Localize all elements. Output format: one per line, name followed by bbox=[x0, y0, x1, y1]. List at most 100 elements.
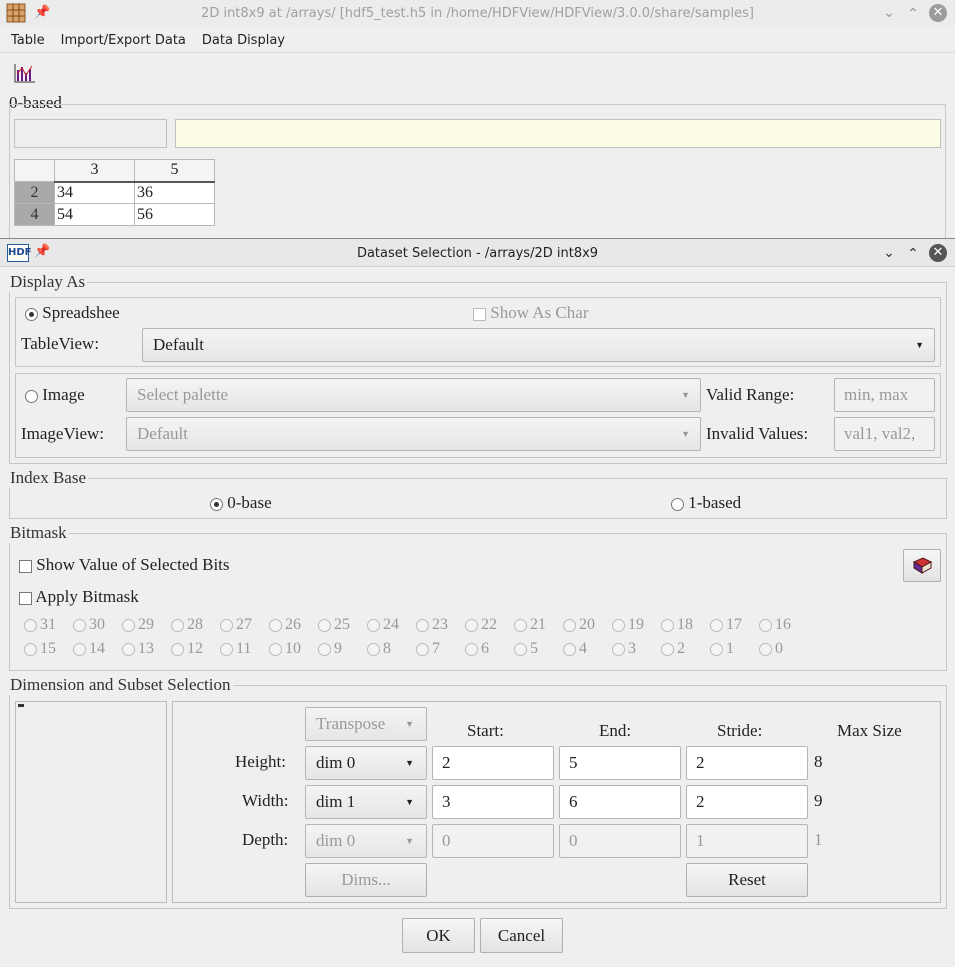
invalid-values-field: val1, val2, bbox=[834, 417, 935, 451]
height-end-field[interactable]: 5 bbox=[559, 746, 681, 780]
index-base-1-label: 1-based bbox=[688, 493, 742, 512]
show-value-bits-option[interactable]: Show Value of Selected Bits bbox=[19, 555, 230, 575]
data-table: 3 5 2 34 36 4 54 56 bbox=[14, 159, 215, 226]
bit-option: 8 bbox=[367, 640, 391, 658]
table-cell[interactable]: 56 bbox=[134, 203, 215, 226]
reset-button[interactable]: Reset bbox=[686, 863, 808, 897]
chevron-down-icon: ▼ bbox=[915, 340, 924, 350]
image-radio[interactable] bbox=[25, 389, 38, 403]
image-label: Image bbox=[42, 385, 85, 404]
bit-option: 5 bbox=[514, 640, 538, 658]
bit-option: 14 bbox=[73, 640, 105, 658]
chevron-down-icon: ▼ bbox=[405, 758, 414, 768]
index-base-0-label: 0-base bbox=[227, 493, 272, 512]
palette-select: Select palette ▼ bbox=[126, 378, 701, 412]
height-max-size: 8 bbox=[814, 752, 823, 771]
stride-header: Stride: bbox=[717, 721, 763, 740]
apply-bitmask-option[interactable]: Apply Bitmask bbox=[19, 587, 139, 607]
column-header[interactable]: 5 bbox=[134, 159, 215, 183]
bit-option: 4 bbox=[563, 640, 587, 658]
width-end-field[interactable]: 6 bbox=[559, 785, 681, 819]
row-header[interactable]: 4 bbox=[14, 203, 55, 226]
bit-option: 27 bbox=[220, 616, 252, 634]
close-icon[interactable]: ✕ bbox=[929, 4, 947, 22]
bit-option: 16 bbox=[759, 616, 791, 634]
bit-option: 10 bbox=[269, 640, 301, 658]
index-base-0-option[interactable]: 0-base bbox=[210, 493, 272, 513]
bit-option: 2 bbox=[661, 640, 685, 658]
chart-icon[interactable] bbox=[13, 62, 37, 84]
main-titlebar: 📌 2D int8x9 at /arrays/ [hdf5_test.h5 in… bbox=[0, 0, 955, 27]
bit-option: 13 bbox=[122, 640, 154, 658]
tableview-select[interactable]: Default ▼ bbox=[142, 328, 935, 362]
image-option[interactable]: Image bbox=[25, 385, 85, 405]
table-row: 2 34 36 bbox=[14, 181, 215, 204]
bits-row-high: 31 30 29 28 27 26 25 24 23 22 21 20 19 1… bbox=[24, 616, 824, 636]
end-header: End: bbox=[599, 721, 632, 740]
height-start-field[interactable]: 2 bbox=[432, 746, 554, 780]
bit-option: 30 bbox=[73, 616, 105, 634]
cell-value-field[interactable] bbox=[175, 119, 941, 148]
menu-table[interactable]: Table bbox=[11, 33, 45, 48]
valid-range-label: Valid Range: bbox=[706, 385, 795, 404]
dialog-title: Dataset Selection - /arrays/2D int8x9 bbox=[356, 246, 599, 261]
close-icon[interactable]: ✕ bbox=[929, 244, 947, 262]
bitmask-help-button[interactable] bbox=[903, 549, 941, 582]
bit-option: 11 bbox=[220, 640, 251, 658]
height-dim-select[interactable]: dim 0 ▼ bbox=[305, 746, 427, 780]
spreadsheet-radio[interactable] bbox=[25, 307, 38, 321]
bit-option: 31 bbox=[24, 616, 56, 634]
main-window-title: 2D int8x9 at /arrays/ [hdf5_test.h5 in /… bbox=[201, 6, 754, 21]
menubar: Table Import/Export Data Data Display bbox=[0, 27, 955, 53]
show-value-bits-checkbox[interactable] bbox=[19, 559, 32, 573]
menu-import-export[interactable]: Import/Export Data bbox=[61, 33, 186, 48]
subset-preview-marker bbox=[18, 704, 24, 707]
show-as-char-checkbox bbox=[473, 307, 486, 321]
invalid-values-label: Invalid Values: bbox=[706, 424, 809, 443]
column-header[interactable]: 3 bbox=[54, 159, 135, 183]
width-max-size: 9 bbox=[814, 791, 823, 810]
chevron-down-icon: ▼ bbox=[405, 836, 414, 846]
bit-option: 7 bbox=[416, 640, 440, 658]
subset-preview-panel[interactable] bbox=[15, 701, 167, 903]
width-stride-field[interactable]: 2 bbox=[686, 785, 808, 819]
index-base-1-radio[interactable] bbox=[671, 497, 684, 511]
width-label: Width: bbox=[242, 791, 289, 810]
index-base-1-option[interactable]: 1-based bbox=[671, 493, 741, 513]
row-header[interactable]: 2 bbox=[14, 181, 55, 204]
ok-button[interactable]: OK bbox=[402, 918, 475, 953]
display-as-legend: Display As bbox=[10, 272, 86, 291]
bit-option: 23 bbox=[416, 616, 448, 634]
table-cell[interactable]: 34 bbox=[54, 181, 135, 204]
maximize-icon[interactable]: ⌃ bbox=[904, 245, 922, 263]
menu-data-display[interactable]: Data Display bbox=[202, 33, 285, 48]
table-cell[interactable]: 54 bbox=[54, 203, 135, 226]
apply-bitmask-checkbox[interactable] bbox=[19, 591, 32, 605]
cancel-button[interactable]: Cancel bbox=[480, 918, 563, 953]
valid-range-field: min, max bbox=[834, 378, 935, 412]
max-size-header: Max Size bbox=[837, 721, 902, 740]
minimize-icon[interactable]: ⌄ bbox=[880, 4, 898, 22]
bit-option: 28 bbox=[171, 616, 203, 634]
book-icon bbox=[912, 557, 933, 574]
bitmask-legend: Bitmask bbox=[10, 523, 67, 542]
maximize-icon[interactable]: ⌃ bbox=[904, 5, 922, 23]
depth-label: Depth: bbox=[242, 830, 289, 849]
start-header: Start: bbox=[467, 721, 504, 740]
dialog-titlebar: HDF 📌 Dataset Selection - /arrays/2D int… bbox=[0, 239, 955, 267]
depth-max-size: 1 bbox=[814, 830, 823, 849]
table-cell[interactable]: 36 bbox=[134, 181, 215, 204]
index-base-0-radio[interactable] bbox=[210, 497, 223, 511]
height-stride-field[interactable]: 2 bbox=[686, 746, 808, 780]
spreadsheet-option[interactable]: Spreadshee bbox=[25, 303, 120, 323]
bit-option: 21 bbox=[514, 616, 546, 634]
bit-option: 12 bbox=[171, 640, 203, 658]
bit-option: 19 bbox=[612, 616, 644, 634]
minimize-icon[interactable]: ⌄ bbox=[880, 244, 898, 262]
show-as-char-option: Show As Char bbox=[473, 303, 588, 323]
depth-dim-select: dim 0 ▼ bbox=[305, 824, 427, 858]
width-start-field[interactable]: 3 bbox=[432, 785, 554, 819]
width-dim-select[interactable]: dim 1 ▼ bbox=[305, 785, 427, 819]
cell-location-field bbox=[14, 119, 167, 148]
dialog-window: HDF 📌 Dataset Selection - /arrays/2D int… bbox=[0, 238, 955, 967]
